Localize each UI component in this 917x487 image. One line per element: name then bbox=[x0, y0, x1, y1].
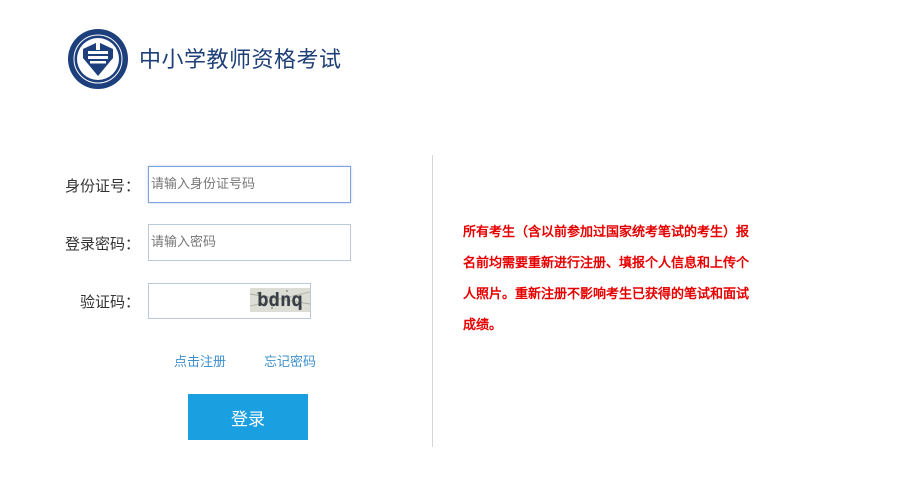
captcha-text: bdnq bbox=[257, 289, 303, 311]
password-input[interactable] bbox=[148, 224, 351, 261]
captcha-label: 验证码： bbox=[79, 293, 140, 311]
id-number-input[interactable] bbox=[148, 166, 351, 203]
registration-notice: 所有考生（含以前参加过国家统考笔试的考生）报名前均需要重新进行注册、填报个人信息… bbox=[463, 225, 750, 333]
register-link[interactable]: 点击注册 bbox=[174, 351, 226, 370]
id-number-label: 身份证号： bbox=[64, 177, 140, 195]
teacher-exam-emblem-icon bbox=[68, 29, 128, 89]
vertical-divider bbox=[432, 155, 433, 447]
forgot-password-link[interactable]: 忘记密码 bbox=[264, 351, 316, 370]
site-title: 中小学教师资格考试 bbox=[139, 48, 342, 73]
password-label: 登录密码： bbox=[64, 235, 140, 253]
login-button[interactable]: 登录 bbox=[188, 394, 308, 440]
captcha-image[interactable]: bdnq bbox=[250, 288, 310, 312]
site-logo bbox=[67, 28, 129, 90]
